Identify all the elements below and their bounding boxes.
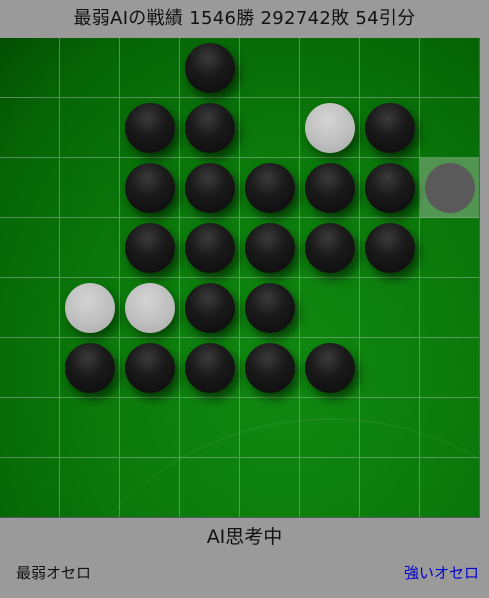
othello-board[interactable] xyxy=(0,38,480,518)
black-disc xyxy=(305,343,355,393)
board-cell[interactable] xyxy=(240,98,300,158)
strong-othello-link[interactable]: 強いオセロ xyxy=(404,562,479,583)
board-cell[interactable] xyxy=(60,98,120,158)
board-cell[interactable] xyxy=(120,458,180,517)
board-cell[interactable] xyxy=(360,158,420,218)
board-cell[interactable] xyxy=(180,38,240,98)
board-cell[interactable] xyxy=(420,98,479,158)
board-cell[interactable] xyxy=(60,218,120,278)
board-cell[interactable] xyxy=(300,218,360,278)
status-text: AI思考中 xyxy=(206,526,283,548)
board-cell[interactable] xyxy=(120,158,180,218)
board-cell[interactable] xyxy=(0,38,60,98)
black-disc xyxy=(185,43,235,93)
black-disc xyxy=(125,163,175,213)
board-cell[interactable] xyxy=(120,398,180,458)
board-cell[interactable] xyxy=(420,158,479,218)
board-cell[interactable] xyxy=(180,338,240,398)
black-disc xyxy=(125,343,175,393)
board-cell[interactable] xyxy=(360,38,420,98)
board-cell[interactable] xyxy=(0,158,60,218)
board-cell[interactable] xyxy=(60,338,120,398)
board-cell[interactable] xyxy=(240,218,300,278)
black-disc xyxy=(185,163,235,213)
board-cell[interactable] xyxy=(60,398,120,458)
black-disc xyxy=(245,223,295,273)
black-disc xyxy=(185,223,235,273)
black-disc xyxy=(245,343,295,393)
black-disc xyxy=(185,103,235,153)
board-cell[interactable] xyxy=(420,338,479,398)
black-disc xyxy=(365,223,415,273)
board-cell[interactable] xyxy=(300,338,360,398)
white-disc xyxy=(65,283,115,333)
board-cell[interactable] xyxy=(240,158,300,218)
board-cell[interactable] xyxy=(240,338,300,398)
board-cell[interactable] xyxy=(420,218,479,278)
board-cell[interactable] xyxy=(60,458,120,517)
black-disc xyxy=(305,163,355,213)
last-move-disc xyxy=(425,163,475,213)
board-cell[interactable] xyxy=(240,38,300,98)
board-cell[interactable] xyxy=(180,398,240,458)
black-disc xyxy=(185,283,235,333)
white-disc xyxy=(305,103,355,153)
black-disc xyxy=(185,343,235,393)
board-cell[interactable] xyxy=(0,458,60,517)
board-cell[interactable] xyxy=(180,278,240,338)
board-cell[interactable] xyxy=(60,278,120,338)
board-cell[interactable] xyxy=(420,398,479,458)
board-cell[interactable] xyxy=(300,38,360,98)
board-cell[interactable] xyxy=(420,458,479,517)
black-disc xyxy=(305,223,355,273)
black-disc xyxy=(125,223,175,273)
board-cell[interactable] xyxy=(300,278,360,338)
board-cell[interactable] xyxy=(120,38,180,98)
board-cell[interactable] xyxy=(180,218,240,278)
white-disc xyxy=(125,283,175,333)
board-cell[interactable] xyxy=(240,458,300,517)
board-cell[interactable] xyxy=(360,458,420,517)
page: 最弱AIの戦績 1546勝 292742敗 54引分 AI思考中 最弱オセロ 強… xyxy=(0,0,489,598)
board-cell[interactable] xyxy=(360,398,420,458)
board-cell[interactable] xyxy=(300,98,360,158)
black-disc xyxy=(125,103,175,153)
board-cell[interactable] xyxy=(180,158,240,218)
board-cell[interactable] xyxy=(60,38,120,98)
black-disc xyxy=(365,163,415,213)
board-cell[interactable] xyxy=(180,458,240,517)
title-label: 最弱オセロ xyxy=(16,564,92,582)
board-cell[interactable] xyxy=(0,98,60,158)
board-cell[interactable] xyxy=(120,218,180,278)
board-cell[interactable] xyxy=(240,278,300,338)
board-cell[interactable] xyxy=(120,278,180,338)
board-cell[interactable] xyxy=(0,278,60,338)
board-cell[interactable] xyxy=(360,98,420,158)
black-disc xyxy=(365,103,415,153)
board-cell[interactable] xyxy=(360,218,420,278)
black-disc xyxy=(65,343,115,393)
board-cell[interactable] xyxy=(300,158,360,218)
board-cell[interactable] xyxy=(420,278,479,338)
board-cell[interactable] xyxy=(120,338,180,398)
board-cell[interactable] xyxy=(180,98,240,158)
board-cell[interactable] xyxy=(300,458,360,517)
black-disc xyxy=(245,163,295,213)
board-cell[interactable] xyxy=(60,158,120,218)
board-cell[interactable] xyxy=(360,338,420,398)
score-header: 最弱AIの戦績 1546勝 292742敗 54引分 xyxy=(73,8,416,29)
board-cell[interactable] xyxy=(420,38,479,98)
black-disc xyxy=(245,283,295,333)
board-cell[interactable] xyxy=(0,218,60,278)
board-cell[interactable] xyxy=(120,98,180,158)
board-cell[interactable] xyxy=(0,338,60,398)
board-cell[interactable] xyxy=(240,398,300,458)
board-cell[interactable] xyxy=(300,398,360,458)
board-cell[interactable] xyxy=(0,398,60,458)
board-cell[interactable] xyxy=(360,278,420,338)
